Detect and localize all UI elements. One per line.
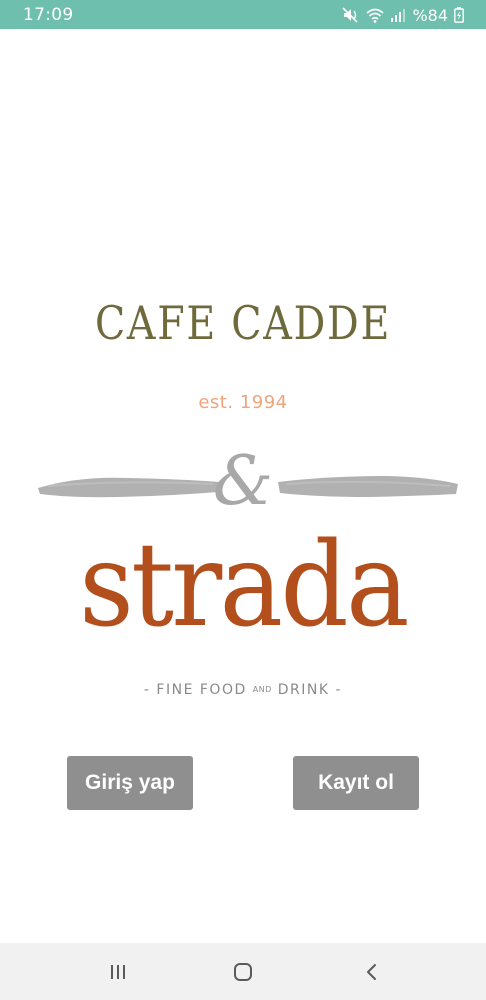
recent-apps-button[interactable] xyxy=(105,959,131,985)
cafe-logo: CAFE CADDE est. 1994 & strada - FINE FOO… xyxy=(0,0,486,720)
home-button[interactable] xyxy=(230,959,256,985)
tagline-and: AND xyxy=(252,685,272,694)
tagline: - FINE FOOD AND DRINK - xyxy=(0,682,486,698)
home-icon xyxy=(234,963,252,981)
recent-apps-icon xyxy=(111,965,125,979)
register-button[interactable]: Kayıt ol xyxy=(293,756,419,810)
login-button[interactable]: Giriş yap xyxy=(67,756,193,810)
brand-main-text: strada xyxy=(79,518,409,653)
tagline-part-1: - FINE FOOD xyxy=(143,682,253,698)
established-text: est. 1994 xyxy=(198,392,288,413)
back-icon xyxy=(367,964,376,980)
navigation-bar xyxy=(0,943,486,1000)
brand-top-text: CAFE CADDE xyxy=(94,296,392,350)
brush-stroke-right xyxy=(278,476,458,497)
back-button[interactable] xyxy=(358,959,384,985)
tagline-part-2: DRINK - xyxy=(271,682,343,698)
